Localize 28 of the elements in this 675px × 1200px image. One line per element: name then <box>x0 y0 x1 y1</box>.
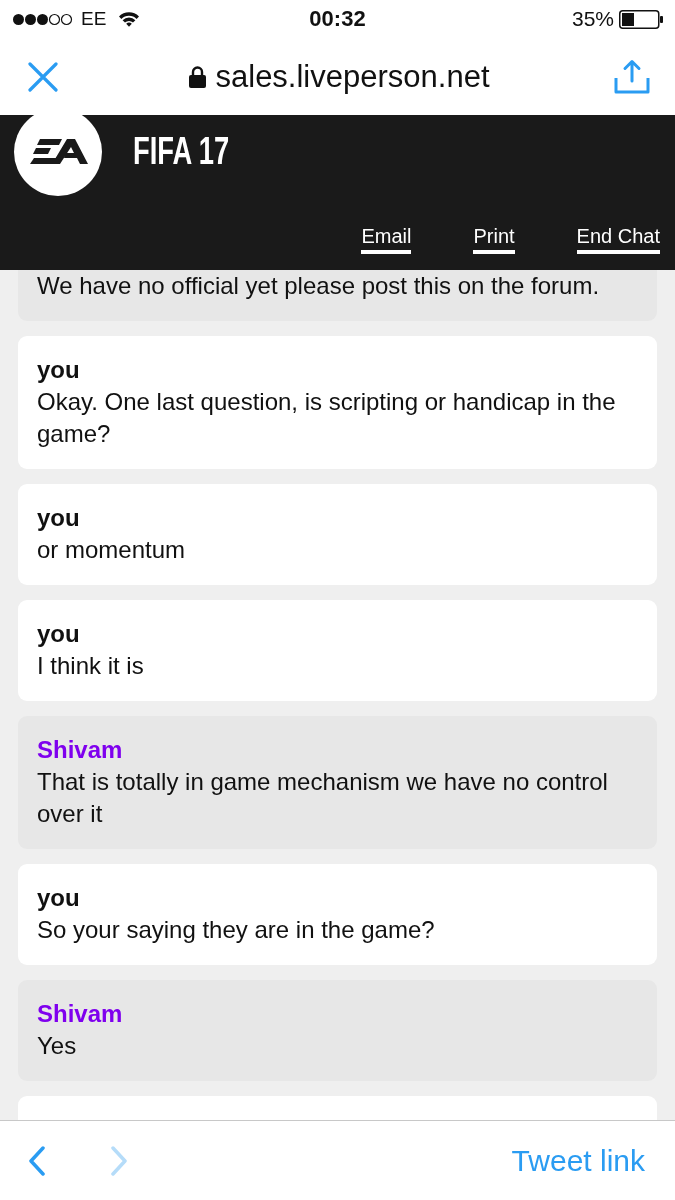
sender-name: Shivam <box>37 999 124 1029</box>
lock-icon <box>188 66 206 88</box>
close-icon[interactable] <box>28 61 58 92</box>
sender-name: you <box>37 619 81 649</box>
sender-name: you <box>37 355 81 385</box>
message-text: I think it is <box>37 651 145 681</box>
battery-icon <box>619 9 663 29</box>
header-link[interactable]: Print <box>473 224 515 254</box>
message-text: Yes <box>37 1031 78 1061</box>
message-text: We have no official yet please post this on the forum. <box>37 271 601 301</box>
carrier-name: EE <box>81 8 107 30</box>
message-text: So your saying they are in the game? <box>37 915 436 945</box>
message-text: or momentum <box>37 535 187 565</box>
signal-strength-icon <box>12 12 74 26</box>
wifi-icon <box>118 11 141 27</box>
back-icon[interactable] <box>28 1145 46 1176</box>
sender-name: you <box>37 503 81 533</box>
page-title: FIFA 17 <box>133 129 230 172</box>
message-text: That is totally in game mechanism we have no control over it <box>37 767 609 829</box>
sender-name: you <box>37 883 81 913</box>
share-icon[interactable] <box>614 59 650 94</box>
clock-time: 00:32 <box>309 7 366 31</box>
header-link[interactable]: Email <box>361 224 412 254</box>
battery-percentage: 35% <box>571 7 614 31</box>
sender-name: Shivam <box>37 735 124 765</box>
page-address: sales.liveperson.net <box>215 59 490 95</box>
message-text: Okay. One last question, is scripting or handicap in the game? <box>37 387 617 449</box>
header-link[interactable]: End Chat <box>576 224 660 254</box>
